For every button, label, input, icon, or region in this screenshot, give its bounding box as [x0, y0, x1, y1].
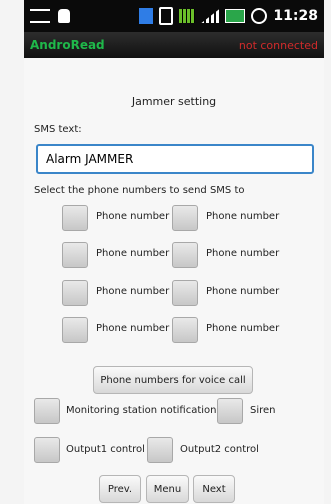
alarm-icon — [251, 8, 268, 24]
connection-status: not connected — [238, 38, 318, 52]
menu-button[interactable]: Menu — [146, 475, 189, 503]
signal-icon — [201, 9, 220, 23]
phone-number-checkbox-2[interactable] — [172, 205, 198, 231]
android-icon — [58, 9, 70, 23]
phone-number-label-5: Phone number — [96, 286, 170, 297]
phone-number-label-8: Phone number — [206, 323, 280, 334]
siren-checkbox[interactable] — [217, 398, 243, 424]
page-title: Jammer setting — [131, 95, 217, 108]
sms-text-label: SMS text: — [34, 124, 82, 135]
phone-number-label-6: Phone number — [206, 286, 280, 297]
next-button[interactable]: Next — [193, 475, 235, 503]
phone-number-label-7: Phone number — [96, 323, 170, 334]
siren-label: Siren — [250, 405, 276, 416]
select-phones-label: Select the phone numbers to send SMS to — [34, 185, 245, 196]
bluetooth-icon — [139, 8, 154, 24]
voice-call-numbers-button[interactable]: Phone numbers for voice call — [93, 366, 253, 394]
network-icon — [179, 9, 196, 23]
output1-control-checkbox[interactable] — [34, 437, 60, 463]
phone-number-checkbox-8[interactable] — [172, 317, 198, 343]
monitoring-station-checkbox[interactable] — [34, 398, 60, 424]
sim-icon — [159, 7, 174, 25]
output2-control-checkbox[interactable] — [147, 437, 173, 463]
battery-icon — [225, 9, 246, 23]
phone-number-checkbox-7[interactable] — [62, 317, 88, 343]
phone-number-checkbox-5[interactable] — [62, 280, 88, 306]
phone-number-label-1: Phone number — [96, 211, 170, 222]
phone-number-checkbox-3[interactable] — [62, 242, 88, 268]
jammer-setting-panel: Jammer setting SMS text: Select the phon… — [24, 58, 324, 504]
app-title: AndroRead — [30, 38, 105, 52]
output1-control-label: Output1 control — [66, 444, 145, 455]
phone-number-checkbox-6[interactable] — [172, 280, 198, 306]
phone-number-checkbox-1[interactable] — [62, 205, 88, 231]
prev-button[interactable]: Prev. — [99, 475, 141, 503]
clock-time: 11:28 — [273, 8, 318, 24]
usb-icon — [30, 9, 50, 23]
phone-number-checkbox-4[interactable] — [172, 242, 198, 268]
monitoring-station-label: Monitoring station notification — [66, 405, 217, 416]
phone-number-label-4: Phone number — [206, 248, 280, 259]
sms-text-input[interactable] — [36, 144, 314, 174]
phone-number-label-3: Phone number — [96, 248, 170, 259]
phone-screen: 11:28 AndroRead not connected Jammer set… — [0, 0, 331, 504]
phone-number-label-2: Phone number — [206, 211, 280, 222]
status-bar: 11:28 — [24, 0, 324, 32]
output2-control-label: Output2 control — [180, 444, 259, 455]
app-title-bar: AndroRead not connected — [24, 32, 324, 58]
